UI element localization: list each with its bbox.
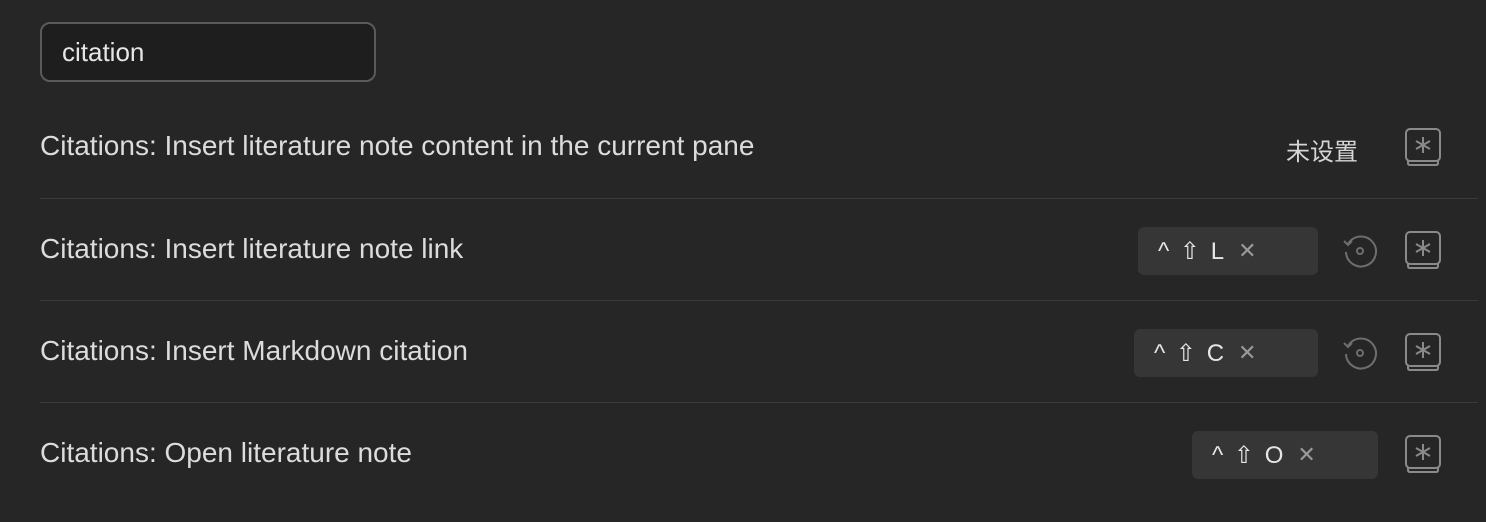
add-hotkey-icon[interactable] [1403, 230, 1443, 270]
add-hotkey-icon[interactable] [1403, 434, 1443, 474]
command-row: Citations: Open literature note ^ ⇧ O ✕ [40, 402, 1478, 504]
add-hotkey-icon[interactable] [1403, 127, 1443, 167]
hotkey-keys: ^ ⇧ C [1154, 339, 1227, 367]
remove-hotkey-icon[interactable]: ✕ [1238, 240, 1256, 262]
restore-default-icon[interactable] [1340, 231, 1380, 271]
search-box[interactable] [40, 22, 376, 82]
command-label: Citations: Insert literature note link [40, 233, 464, 264]
hotkey-chip[interactable]: ^ ⇧ C ✕ [1134, 329, 1318, 377]
remove-hotkey-icon[interactable]: ✕ [1238, 342, 1256, 364]
hotkey-unset-text: 未设置 [1286, 139, 1358, 166]
command-label: Citations: Insert literature note conten… [40, 130, 755, 161]
command-row: Citations: Insert literature note conten… [40, 96, 1478, 198]
command-list: Citations: Insert literature note conten… [40, 96, 1478, 504]
remove-hotkey-icon[interactable]: ✕ [1297, 444, 1315, 466]
hotkey-chip[interactable]: ^ ⇧ O ✕ [1192, 431, 1378, 479]
add-hotkey-icon[interactable] [1403, 332, 1443, 372]
command-row: Citations: Insert literature note link ^… [40, 198, 1478, 300]
hotkey-chip[interactable]: ^ ⇧ L ✕ [1138, 227, 1318, 275]
hotkey-keys: ^ ⇧ O [1212, 441, 1286, 469]
command-row: Citations: Insert Markdown citation ^ ⇧ … [40, 300, 1478, 402]
command-label: Citations: Insert Markdown citation [40, 335, 468, 366]
hotkey-keys: ^ ⇧ L [1158, 237, 1227, 265]
search-input[interactable] [42, 24, 374, 80]
command-label: Citations: Open literature note [40, 437, 412, 468]
restore-default-icon[interactable] [1340, 333, 1380, 373]
